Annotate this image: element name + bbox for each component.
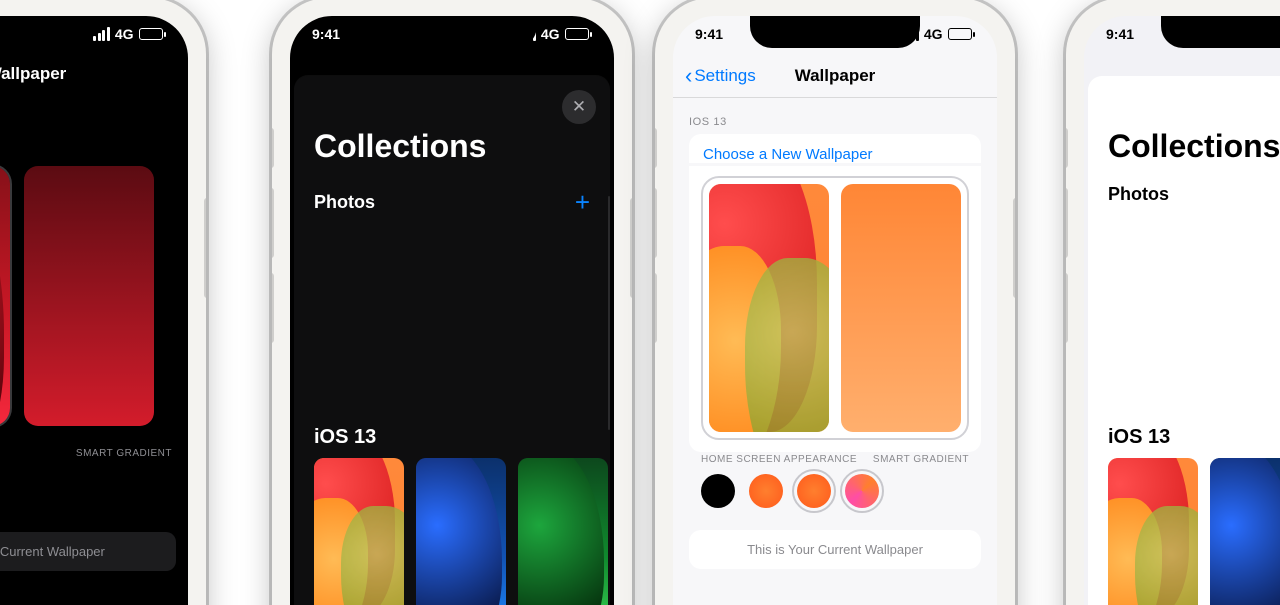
status-carrier: 4G <box>115 26 134 42</box>
collection-thumb[interactable] <box>1108 458 1198 605</box>
sheet-title: Collections <box>314 128 550 165</box>
smart-gradient-label: SMART GRADIENT <box>873 454 969 465</box>
collection-thumb[interactable] <box>1210 458 1280 605</box>
phone-light-wallpaper-settings: 9:41 4G ‹ Settings Wallpaper IOS 13 Choo… <box>655 0 1015 605</box>
status-time: 9:41 <box>1106 26 1134 42</box>
chevron-left-icon: ‹ <box>685 65 692 87</box>
appearance-swatch-orange[interactable] <box>749 474 783 508</box>
photos-label: Photos <box>314 192 375 213</box>
wallpaper-preview-dynamic[interactable] <box>0 166 10 426</box>
collections-sheet: Collections Photos iOS 13 <box>1088 76 1280 605</box>
scroll-indicator <box>608 196 610 430</box>
phone-light-collections: 9:41 Collections Photos iOS 13 <box>1066 0 1280 605</box>
current-wallpaper-note: s is Your Current Wallpaper <box>0 532 176 571</box>
back-label: Settings <box>694 66 755 86</box>
collection-thumb[interactable] <box>518 458 608 605</box>
wallpaper-preview-still[interactable] <box>24 166 154 426</box>
smart-gradient-label: SMART GRADIENT <box>76 448 172 459</box>
appearance-label: HOME SCREEN APPEARANCE <box>701 454 857 465</box>
status-time: 9:41 <box>312 26 340 42</box>
phone-dark-wallpaper-settings: 9:41 4G Wallpaper w Wallpaper APPEARANCE… <box>0 0 206 605</box>
wallpaper-preview-still[interactable] <box>841 184 961 432</box>
battery-icon <box>139 28 167 40</box>
collection-section-title: iOS 13 <box>314 426 376 449</box>
page-title: Wallpaper <box>0 64 66 84</box>
appearance-swatch-black[interactable] <box>701 474 735 508</box>
status-bar: 9:41 4G <box>0 16 188 52</box>
collections-sheet: ✕ Collections Photos + iOS 13 <box>294 76 610 605</box>
current-wallpaper-note: This is Your Current Wallpaper <box>689 530 981 569</box>
appearance-swatch-gradient[interactable] <box>845 474 879 508</box>
sheet-title: Collections <box>1108 128 1280 165</box>
battery-icon <box>565 28 593 40</box>
status-carrier: 4G <box>924 26 943 42</box>
collection-thumb[interactable] <box>314 458 404 605</box>
cellular-signal-icon <box>93 27 110 41</box>
status-carrier: 4G <box>541 26 560 42</box>
appearance-swatch-orange-selected[interactable] <box>797 474 831 508</box>
wallpaper-preview-dynamic[interactable] <box>709 184 829 432</box>
page-title: Wallpaper <box>795 66 876 86</box>
choose-new-wallpaper-link[interactable]: Choose a New Wallpaper <box>689 134 981 163</box>
section-header: IOS 13 <box>689 116 727 128</box>
close-button[interactable]: ✕ <box>562 90 596 124</box>
close-icon: ✕ <box>572 97 586 117</box>
nav-bar: ‹ Settings Wallpaper <box>673 54 997 98</box>
nav-bar: Wallpaper <box>0 52 188 96</box>
collection-thumb[interactable] <box>416 458 506 605</box>
photos-label: Photos <box>1108 184 1169 204</box>
phone-dark-collections: 9:41 4G ✕ Collections Photos + iOS 13 <box>272 0 632 605</box>
photos-row[interactable]: Photos + <box>314 180 590 224</box>
status-time: 9:41 <box>695 26 723 42</box>
collection-section-title: iOS 13 <box>1108 426 1170 449</box>
back-button[interactable]: ‹ Settings <box>685 65 756 87</box>
battery-icon <box>948 28 976 40</box>
plus-icon[interactable]: + <box>575 187 590 218</box>
photos-row[interactable]: Photos <box>1108 184 1169 205</box>
